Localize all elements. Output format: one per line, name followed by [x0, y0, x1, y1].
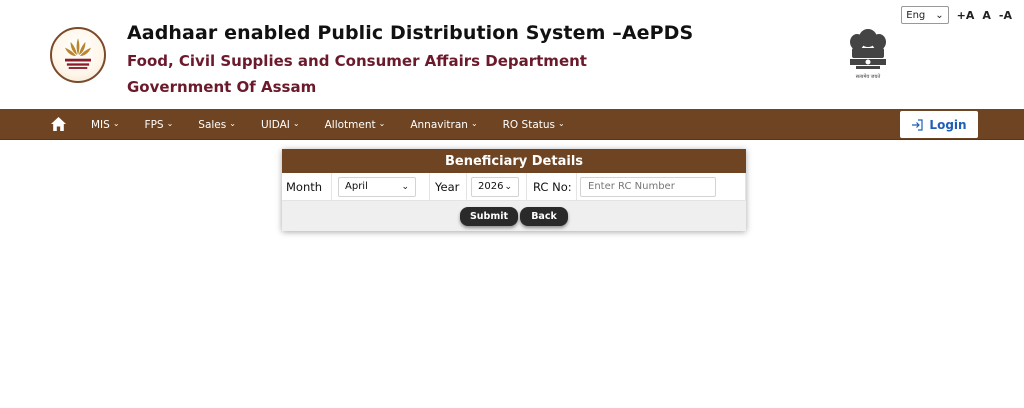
nav-item-label: UIDAI	[260, 118, 290, 131]
login-icon	[912, 118, 924, 131]
month-label: Month	[286, 179, 323, 194]
nav-item-label: Annavitran	[410, 118, 468, 131]
nav-item-annavitran[interactable]: Annavitran ⌄	[410, 119, 477, 131]
emblem-caption: सत्यमेव जयते	[856, 73, 881, 80]
form-actions: Submit Back	[282, 201, 746, 231]
rc-number-input[interactable]	[580, 176, 716, 197]
year-value: 2026	[478, 181, 504, 192]
nav-item-label: FPS	[144, 118, 164, 131]
nav-item-label: Sales	[198, 118, 227, 131]
chevron-down-icon: ⌄	[470, 119, 478, 128]
year-label: Year	[435, 179, 460, 194]
language-select[interactable]: Eng ⌄	[901, 6, 949, 24]
main-nav: MIS ⌄ FPS ⌄ Sales ⌄ UIDAI ⌄ Allotment ⌄ …	[0, 109, 1024, 140]
nav-item-fps[interactable]: FPS ⌄	[145, 119, 174, 131]
chevron-down-icon: ⌄	[558, 119, 565, 128]
rc-number-label: RC No:	[533, 179, 572, 194]
nav-item-label: MIS	[91, 118, 110, 131]
month-select[interactable]: April ⌄	[338, 176, 416, 197]
department-name: Food, Civil Supplies and Consumer Affair…	[127, 52, 587, 70]
garib-kalyan-logo	[50, 27, 106, 83]
form-heading: Beneficiary Details	[282, 149, 746, 173]
site-header: Aadhaar enabled Public Distribution Syst…	[0, 0, 1024, 109]
font-normal-button[interactable]: A	[982, 9, 991, 22]
nav-item-label: RO Status	[502, 118, 555, 131]
chevron-down-icon: ⌄	[166, 119, 174, 128]
chevron-down-icon: ⌄	[229, 119, 236, 128]
government-name: Government Of Assam	[127, 78, 317, 96]
login-button[interactable]: Login	[900, 111, 978, 138]
submit-button[interactable]: Submit	[460, 206, 518, 226]
nav-item-mis[interactable]: MIS ⌄	[91, 119, 120, 131]
chevron-down-icon: ⌄	[935, 9, 944, 21]
nav-item-allotment[interactable]: Allotment ⌄	[325, 119, 386, 131]
month-value: April	[345, 181, 368, 192]
national-emblem: सत्यमेव जयते	[840, 24, 896, 82]
beneficiary-details-form: Beneficiary Details Month April ⌄ Year 2…	[282, 149, 746, 231]
page-title: Aadhaar enabled Public Distribution Syst…	[127, 22, 694, 44]
form-fields-row: Month April ⌄ Year 2026 ⌄ RC No:	[282, 172, 746, 201]
chevron-down-icon: ⌄	[112, 119, 120, 128]
language-value: Eng	[906, 9, 926, 21]
font-decrease-button[interactable]: -A	[999, 9, 1012, 22]
nav-item-ro-status[interactable]: RO Status ⌄	[503, 119, 565, 131]
chevron-down-icon: ⌄	[504, 181, 512, 192]
home-icon[interactable]	[50, 116, 67, 132]
nav-item-label: Allotment	[324, 118, 376, 131]
nav-item-sales[interactable]: Sales ⌄	[198, 119, 236, 131]
chevron-down-icon: ⌄	[292, 119, 300, 128]
font-increase-button[interactable]: +A	[957, 9, 975, 22]
back-button[interactable]: Back	[520, 206, 568, 226]
chevron-down-icon: ⌄	[401, 181, 409, 192]
login-label: Login	[929, 117, 967, 132]
year-select[interactable]: 2026 ⌄	[471, 176, 519, 197]
chevron-down-icon: ⌄	[378, 119, 386, 128]
nav-item-uidai[interactable]: UIDAI ⌄	[261, 119, 300, 131]
